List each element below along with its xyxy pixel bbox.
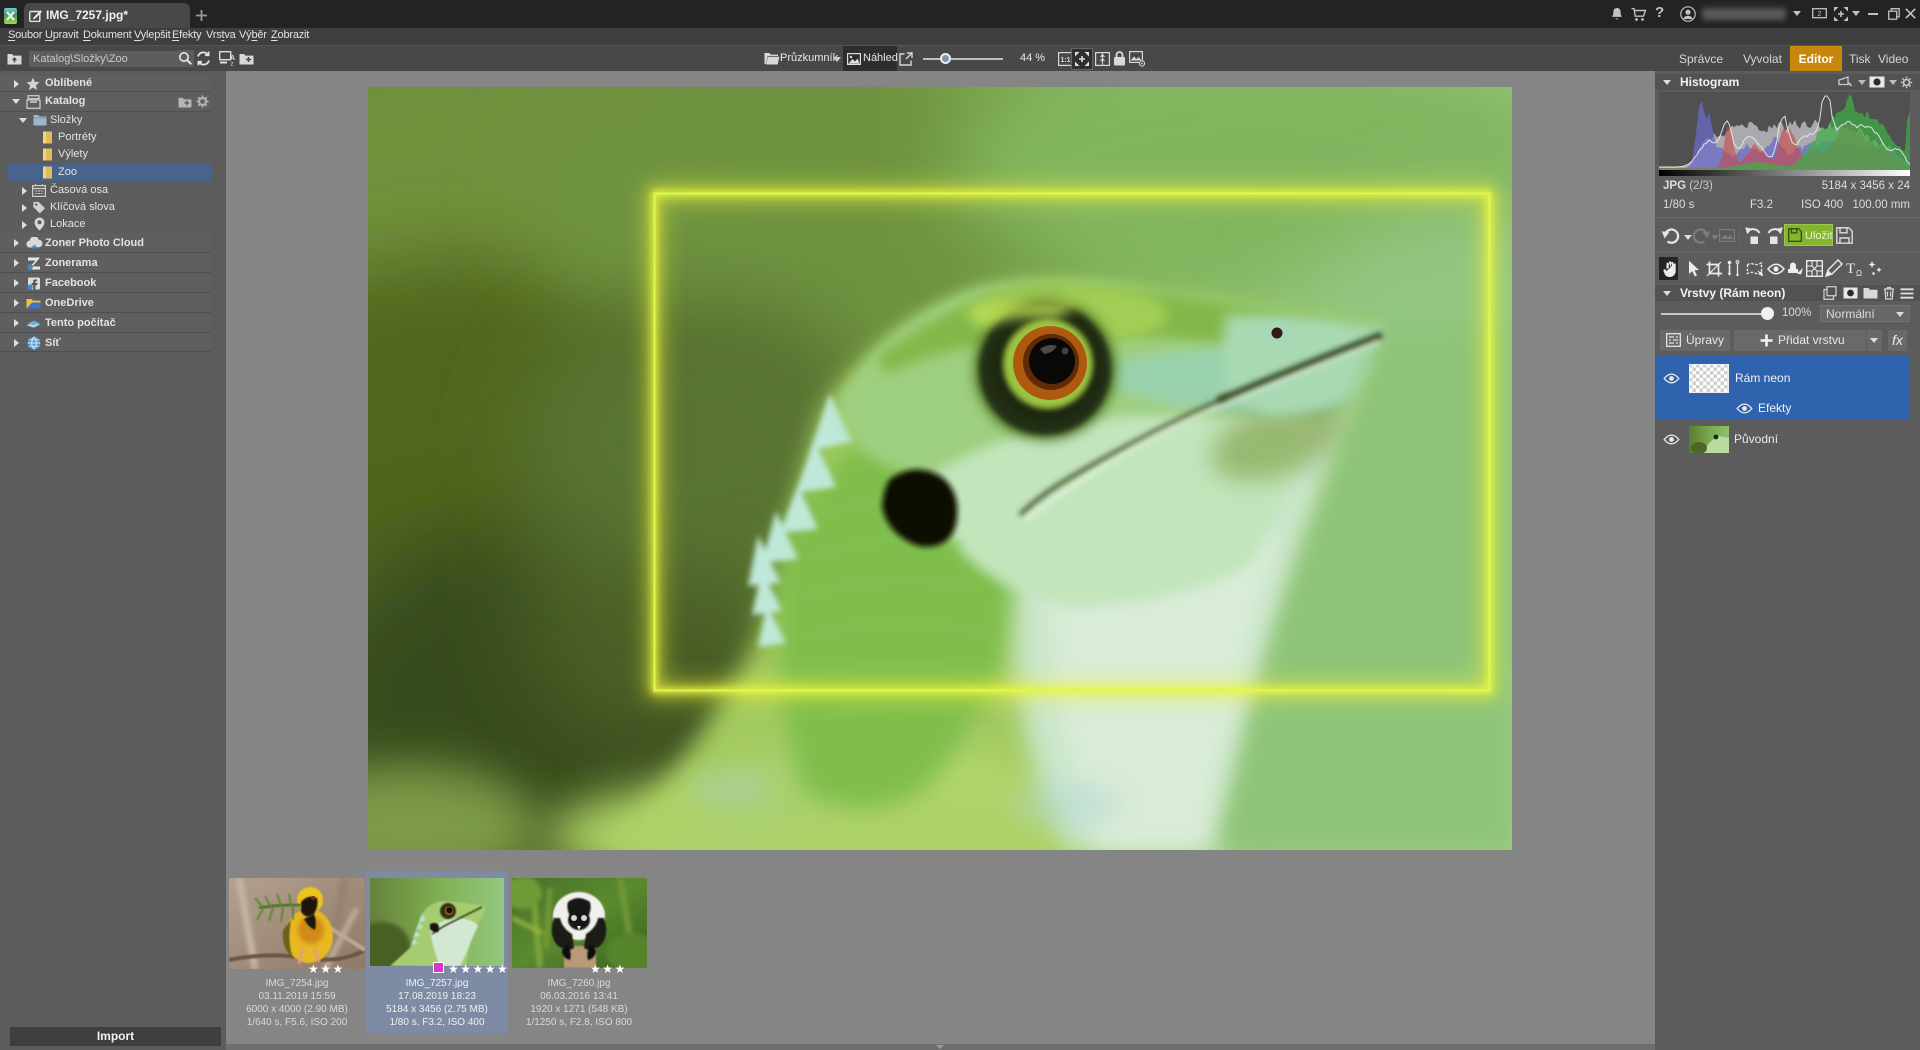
svg-text:T: T	[1846, 261, 1855, 277]
svg-text:2: 2	[1818, 11, 1822, 18]
svg-text:Ω: Ω	[1856, 269, 1862, 277]
svg-text:1:1: 1:1	[1060, 57, 1070, 64]
svg-text:z: z	[231, 62, 234, 67]
